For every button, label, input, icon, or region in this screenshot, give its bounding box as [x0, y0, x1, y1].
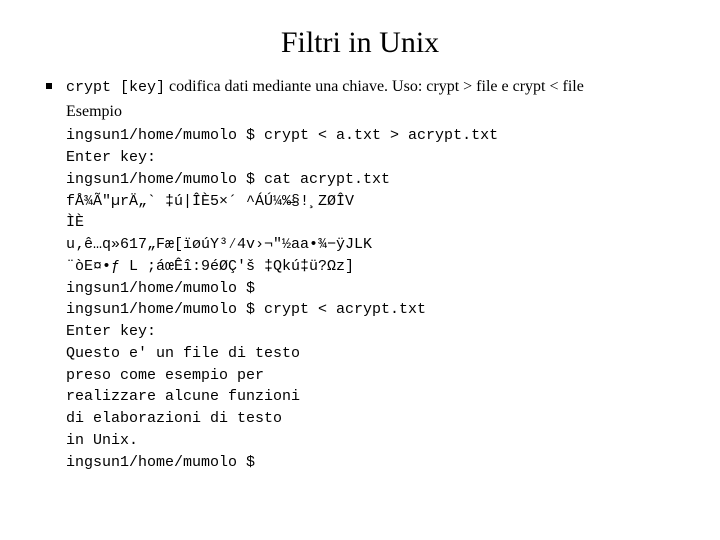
bullet-text: crypt [key] codifica dati mediante una c…: [66, 76, 680, 98]
bullet-description: codifica dati mediante una chiave. Uso: …: [165, 78, 584, 95]
bullet-command: crypt [key]: [66, 79, 165, 96]
bullet-item: crypt [key] codifica dati mediante una c…: [40, 76, 680, 98]
page-title: Filtri in Unix: [40, 26, 680, 60]
bullet-icon: [46, 83, 52, 89]
terminal-block: ingsun1/home/mumolo $ crypt < a.txt > ac…: [66, 125, 680, 473]
example-label: Esempio: [66, 100, 680, 123]
slide: Filtri in Unix crypt [key] codifica dati…: [0, 0, 720, 540]
